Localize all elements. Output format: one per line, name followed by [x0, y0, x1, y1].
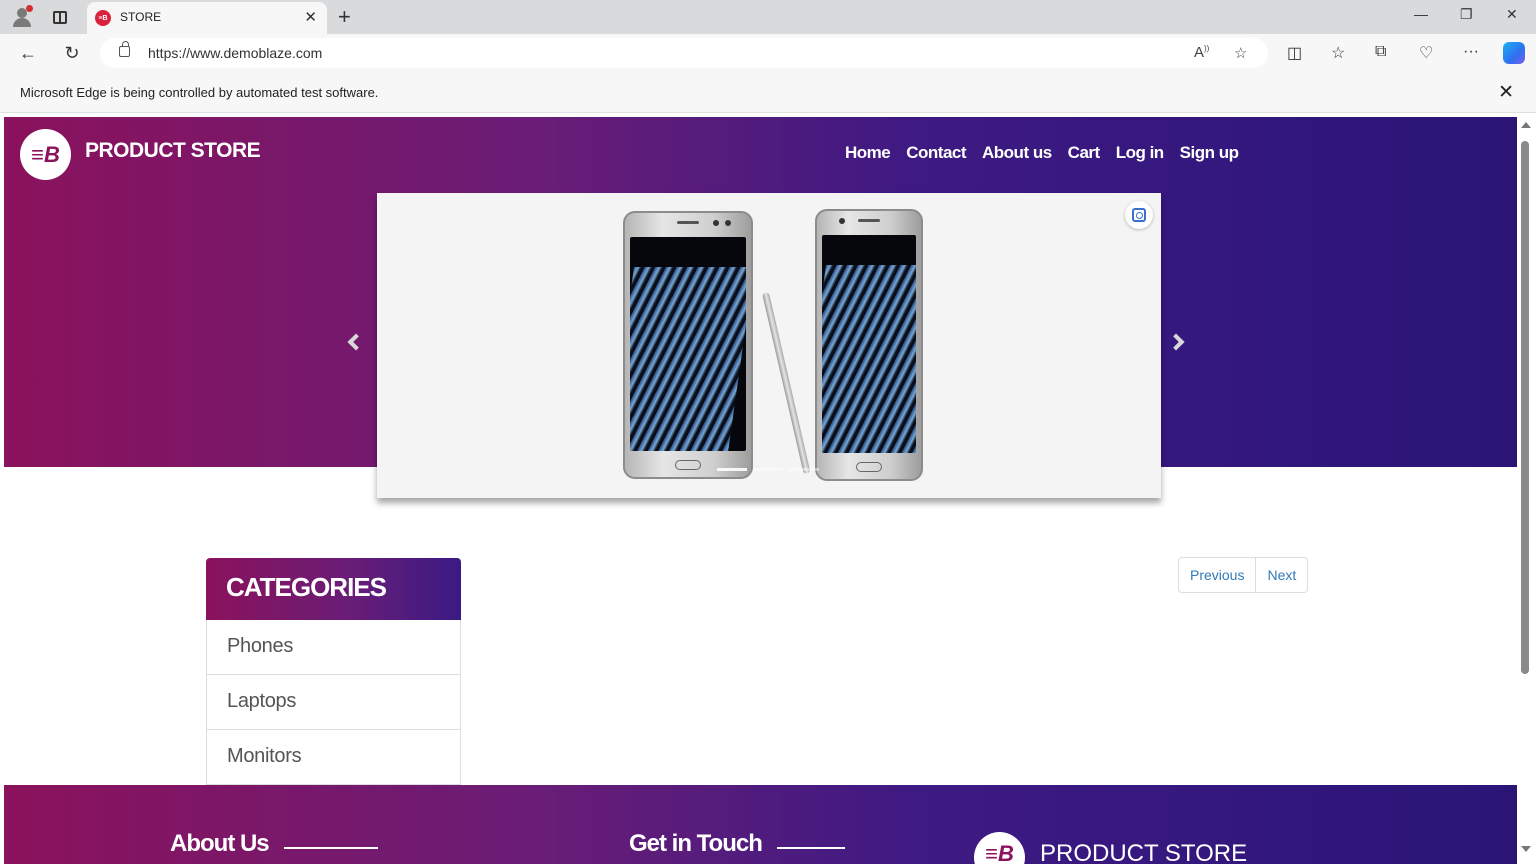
- carousel-indicator-active[interactable]: [717, 468, 747, 471]
- carousel-prev-icon[interactable]: [347, 333, 365, 353]
- read-aloud-icon[interactable]: A)): [1194, 44, 1209, 61]
- split-screen-icon[interactable]: ◫: [1287, 43, 1302, 63]
- logo-mark: ≡B: [31, 141, 60, 167]
- main-nav: Home Contact About us Cart Log in Sign u…: [845, 143, 1239, 163]
- scroll-thumb[interactable]: [1521, 141, 1529, 674]
- favorite-star-icon[interactable]: ☆: [1234, 44, 1247, 62]
- footer-logo-mark: ≡B: [985, 840, 1014, 864]
- phone-image-front: [623, 211, 753, 479]
- pagination: Previous Next: [1178, 557, 1309, 593]
- page-viewport: ≡B PRODUCT STORE Home Contact About us C…: [4, 117, 1517, 864]
- nav-log-in[interactable]: Log in: [1116, 143, 1164, 163]
- copilot-icon[interactable]: [1503, 42, 1525, 64]
- brand-name[interactable]: PRODUCT STORE: [85, 139, 261, 163]
- back-icon[interactable]: ←: [17, 42, 39, 64]
- tab-actions-icon[interactable]: [49, 6, 71, 28]
- site-footer: About Us Get in Touch ≡B PRODUCT STORE: [4, 785, 1517, 864]
- refresh-icon[interactable]: ↻: [61, 42, 83, 64]
- category-laptops[interactable]: Laptops: [206, 675, 461, 730]
- site-logo[interactable]: ≡B: [20, 129, 71, 180]
- footer-divider: [777, 847, 845, 849]
- nav-home[interactable]: Home: [845, 143, 891, 163]
- product-carousel[interactable]: [377, 193, 1161, 498]
- footer-about-heading: About Us: [170, 830, 270, 857]
- categories-header[interactable]: CATEGORIES: [206, 558, 461, 620]
- close-window-icon[interactable]: ✕: [1506, 6, 1518, 23]
- scroll-up-icon[interactable]: [1521, 122, 1531, 128]
- previous-button[interactable]: Previous: [1178, 557, 1257, 593]
- page-scrollbar[interactable]: [1517, 117, 1536, 864]
- collections-icon[interactable]: ⧉: [1375, 43, 1386, 61]
- nav-contact[interactable]: Contact: [906, 143, 966, 163]
- automation-infobar: Microsoft Edge is being controlled by au…: [0, 72, 1536, 113]
- carousel-next-icon[interactable]: [1167, 333, 1185, 353]
- profile-icon[interactable]: [11, 5, 33, 28]
- close-infobar-icon[interactable]: ✕: [1498, 81, 1514, 104]
- nav-about-us[interactable]: About us: [982, 143, 1052, 163]
- visual-search-icon[interactable]: [1125, 201, 1153, 229]
- new-tab-button[interactable]: +: [338, 4, 351, 30]
- category-phones[interactable]: Phones: [206, 620, 461, 675]
- infobar-message: Microsoft Edge is being controlled by au…: [20, 85, 379, 100]
- restore-icon[interactable]: ❐: [1460, 6, 1473, 23]
- address-toolbar: ← ↻ https://www.demoblaze.com A)) ☆ ◫ ☆ …: [0, 34, 1536, 72]
- tab-title: STORE: [120, 10, 162, 24]
- stylus-image: [762, 292, 811, 475]
- browser-tab[interactable]: ≡B STORE ✕: [87, 2, 327, 34]
- footer-logo: ≡B: [974, 832, 1025, 864]
- browser-essentials-icon[interactable]: ♡: [1419, 43, 1433, 63]
- url-text[interactable]: https://www.demoblaze.com: [148, 45, 322, 61]
- categories-panel: CATEGORIES Phones Laptops Monitors: [206, 558, 461, 785]
- minimize-icon[interactable]: —: [1414, 6, 1428, 22]
- next-button[interactable]: Next: [1256, 557, 1309, 593]
- nav-cart[interactable]: Cart: [1068, 143, 1101, 163]
- phone-image-angled: [815, 209, 923, 481]
- more-icon[interactable]: ···: [1463, 43, 1479, 61]
- browser-tab-bar: ≡B STORE ✕ + — ❐ ✕: [0, 0, 1536, 34]
- lock-icon[interactable]: [119, 41, 130, 57]
- footer-divider: [284, 847, 378, 849]
- footer-contact-heading: Get in Touch: [629, 830, 763, 857]
- category-monitors[interactable]: Monitors: [206, 730, 461, 785]
- favicon-icon: ≡B: [95, 10, 111, 26]
- scroll-down-icon[interactable]: [1521, 846, 1531, 852]
- carousel-indicator[interactable]: [753, 468, 783, 471]
- carousel-indicator[interactable]: [789, 468, 819, 471]
- footer-brand: PRODUCT STORE: [1040, 840, 1248, 864]
- address-bar[interactable]: https://www.demoblaze.com A)) ☆: [100, 38, 1268, 68]
- nav-sign-up[interactable]: Sign up: [1180, 143, 1239, 163]
- close-tab-icon[interactable]: ✕: [304, 8, 317, 26]
- favorites-icon[interactable]: ☆: [1331, 43, 1345, 63]
